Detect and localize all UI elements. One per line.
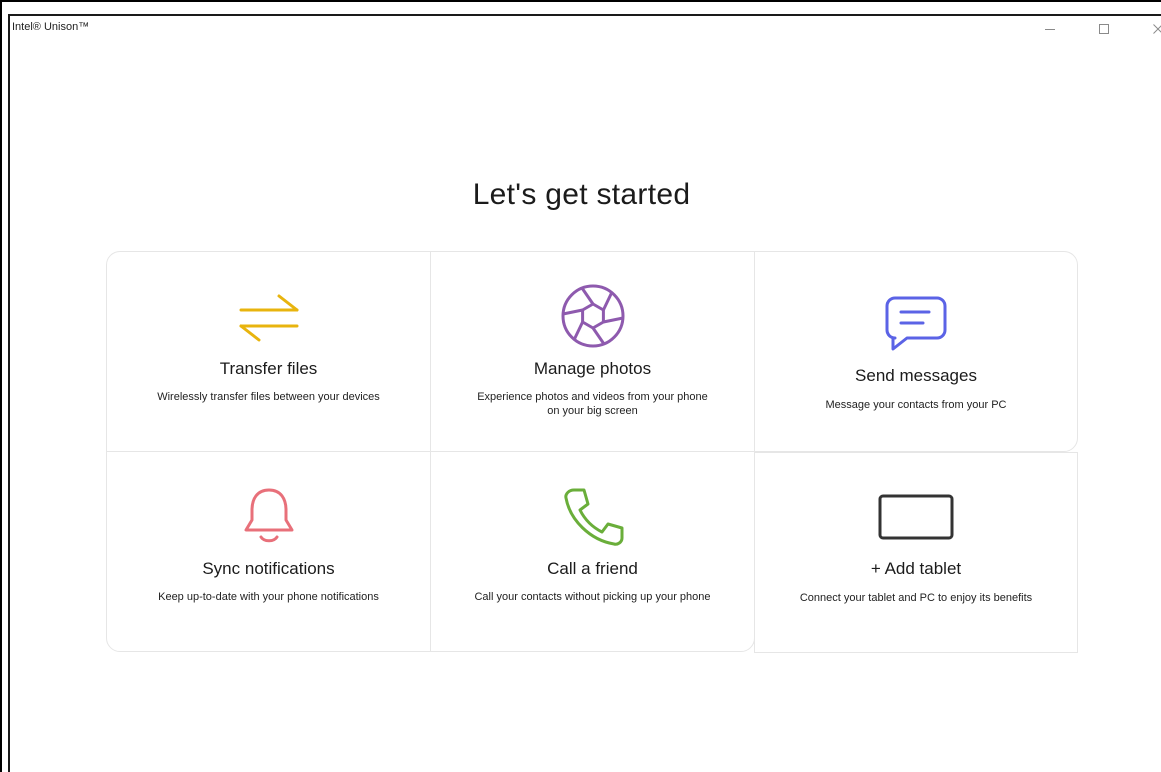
close-icon [1153,24,1161,34]
card-description: Connect your tablet and PC to enjoy its … [799,592,1033,604]
minimize-button[interactable] [1027,16,1073,42]
card-title: Manage photos [533,359,652,378]
title-bar: Intel® Unison™ [10,16,1161,42]
card-title: Transfer files [219,359,318,378]
card-manage-photos[interactable]: Manage photos Experience photos and vide… [430,251,755,452]
card-description: Experience photos and videos from your p… [477,391,708,417]
minimize-icon [1045,29,1055,30]
card-call-a-friend[interactable]: Call a friend Call your contacts without… [430,451,755,652]
card-description: Wirelessly transfer files between your d… [157,391,380,403]
maximize-icon [1099,24,1109,34]
message-bubble-icon [885,296,947,351]
feature-grid: Transfer files Wirelessly transfer files… [106,251,1078,653]
card-description: Keep up-to-date with your phone notifica… [158,591,379,603]
card-title: Call a friend [547,559,638,578]
maximize-button[interactable] [1081,16,1127,42]
add-tablet-title: + Add tablet [870,559,962,578]
card-add-tablet[interactable]: + Add tablet Connect your tablet and PC … [754,452,1078,653]
card-send-messages[interactable]: Send messages Message your contacts from… [754,251,1078,452]
tablet-icon [878,494,954,540]
card-title: Send messages [855,366,977,385]
camera-aperture-icon [561,284,624,348]
app-window: Intel® Unison™ Let's get started Transfe… [0,0,1161,772]
bell-icon [244,488,293,543]
close-button[interactable] [1135,16,1161,42]
phone-icon [563,488,623,546]
card-transfer-files[interactable]: Transfer files Wirelessly transfer files… [106,251,431,452]
transfer-arrows-icon [239,294,298,342]
card-description: Call your contacts without picking up yo… [474,591,711,603]
app-title: Intel® Unison™ [12,21,90,33]
window-border-left [8,14,10,772]
page-title: Let's get started [472,178,691,211]
card-title: Sync notifications [202,559,335,578]
card-description: Message your contacts from your PC [825,399,1007,411]
card-sync-notifications[interactable]: Sync notifications Keep up-to-date with … [106,451,431,652]
